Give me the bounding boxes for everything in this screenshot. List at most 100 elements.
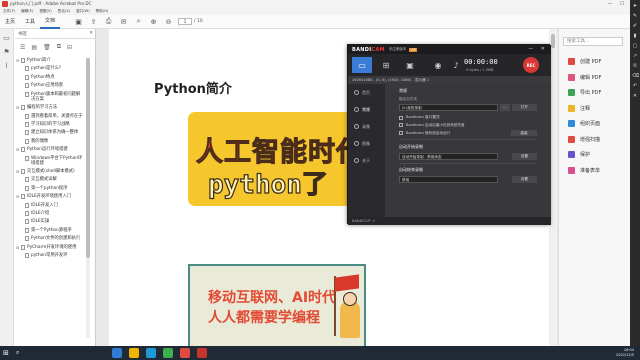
menu-window[interactable]: 窗口(W) [76,9,90,14]
checkbox-box[interactable] [399,115,403,120]
clear-icon[interactable]: ✕ [632,93,638,99]
bookmark-item[interactable]: Python文件的创建和执行 [16,236,84,242]
brush-icon[interactable]: ✐ [632,23,638,29]
tab-home[interactable]: 主页 [0,15,20,29]
bookmark-item[interactable]: ⊟ PyCharm开发环境的使用 [16,244,84,250]
delete-bookmark-icon[interactable]: 🗑 [43,44,51,51]
browse-folder-button[interactable]: ... [500,104,510,111]
tab-tools[interactable]: 工具 [20,15,40,29]
highlighter-icon[interactable]: ▮ [632,33,638,39]
menu-file[interactable]: 文件(F) [3,9,15,14]
bookmark-item[interactable]: Python特点 [16,74,84,80]
webcam-icon[interactable]: ◉ [428,57,448,73]
menu-help[interactable]: 帮助(H) [96,9,109,14]
bookmark-item[interactable]: 学习知识的学习战略 [16,121,84,127]
undo-icon[interactable]: ↶ [632,83,638,89]
bookmark-item[interactable]: ⊟ Python运行环境搭建 [16,147,84,153]
auto-start-settings-button[interactable]: 设置 [511,152,537,160]
arrow-icon[interactable]: ↗ [632,53,638,59]
bookmark-item[interactable]: 遇到看着简单，关键点在于 [16,113,84,119]
bandicam-nav-item[interactable]: 首页 [348,84,385,101]
output-folder-input[interactable]: D:\我的录制 [399,104,499,111]
tool-item[interactable]: 创建 PDF [568,54,601,70]
screen-mode-icon[interactable]: ▭ [352,57,372,73]
page-thumbnails-icon[interactable]: ▭ [3,34,11,42]
bookmarks-scrollbar[interactable] [86,58,90,338]
checkbox-minimize-tray[interactable]: Bandicam 启动后最小化到系统托盘 [399,123,537,128]
bookmark-item[interactable]: IDLE开发入门 [16,202,84,208]
record-button[interactable]: REC [523,57,539,73]
advanced-button[interactable]: 高级 [511,130,537,136]
bookmark-options-icon[interactable]: ☰ [20,44,25,51]
bookmark-item[interactable]: 第一个python程序 [16,185,84,191]
device-mode-icon[interactable]: ▣ [400,57,420,73]
taskbar-search-icon[interactable]: ⌕ [16,349,24,357]
cursor-icon[interactable]: ➤ [632,3,638,9]
email-icon[interactable]: ✉ [119,17,128,26]
start-icon[interactable]: ⊞ [3,349,11,357]
tool-item[interactable]: 注释 [568,101,601,117]
tab-document[interactable]: 文档 [40,15,61,29]
search-icon[interactable]: ⌕ [134,17,143,26]
taskbar-app-icon[interactable] [129,348,139,358]
bookmark-item[interactable]: 我的偶像 [16,138,84,144]
tool-item[interactable]: 准备表单 [568,163,601,179]
shape-icon[interactable]: ▢ [632,43,638,49]
upload-icon[interactable]: ⇪ [89,17,98,26]
menu-edit[interactable]: 编辑(E) [21,9,33,14]
bookmark-item[interactable]: 第一个Python源程序 [16,227,84,233]
game-mode-icon[interactable]: ⊞ [376,57,396,73]
bookmark-item[interactable]: Windows平台下Python环境搭建 [16,155,84,166]
auto-stop-settings-button[interactable]: 设置 [511,176,537,183]
bookmark-item[interactable]: ⊟ IDLE开发环境使用入门 [16,194,84,200]
expand-bookmark-icon[interactable]: ⧉ [57,43,61,51]
checkbox-box[interactable] [399,131,403,135]
tools-search-input[interactable]: 搜索工具... [563,37,623,46]
bookmark-item[interactable]: IDLE实操 [16,219,84,225]
taskbar-app-icon[interactable] [197,348,207,358]
bookmark-item[interactable]: Python应用场景 [16,83,84,89]
next-page-icon[interactable]: ⊖ [164,17,173,26]
tool-item[interactable]: 增强扫描 [568,132,601,148]
minimize-button[interactable]: — [604,0,616,8]
bookmark-item[interactable]: python常用开发环 [16,253,84,258]
tool-item[interactable]: 保护 [568,147,601,163]
maximize-button[interactable]: ☐ [616,0,628,8]
eraser-icon[interactable]: ⌫ [632,73,639,79]
attachment-icon[interactable]: ⌇ [3,62,11,70]
audio-icon[interactable]: ♪ [446,57,466,73]
bookmark-item[interactable]: 交互模式详解 [16,177,84,183]
vip-badge[interactable]: VIP [409,47,417,52]
page-number-input[interactable]: 1 [178,18,193,25]
scroll-thumb[interactable] [86,58,90,258]
bookmark-icon[interactable]: ⚑ [3,48,11,56]
bandicam-nav-item[interactable]: 录像 [348,118,385,135]
document-scroll-thumb[interactable] [551,34,555,48]
menu-sign[interactable]: 签名(S) [58,9,70,14]
bandicam-nav-item[interactable]: 常规 [348,101,385,118]
bookmark-item[interactable]: ⊟ Python简介 [16,58,84,63]
number-icon[interactable]: ① [632,63,638,69]
bookmark-item[interactable]: 建立知识体系为确一整体 [16,130,84,136]
bandicam-nav-item[interactable]: 关于 [348,152,385,169]
bandicut-link[interactable]: BANDICUT ↗ [348,217,551,225]
open-folder-button[interactable]: 打开 [511,104,537,111]
pen-icon[interactable]: ✎ [632,13,638,19]
new-bookmark-icon[interactable]: ▤ [31,44,37,51]
bookmark-item[interactable]: ⊟ 交互模式(shell脚本模式) [16,169,84,175]
close-panel-icon[interactable]: ✕ [89,31,93,36]
checkbox-run-on-startup[interactable]: Bandicam 随系统启动运行 高级 [399,130,537,136]
tool-item[interactable]: 编辑 PDF [568,70,601,86]
bandicam-nav-item[interactable]: 图像 [348,135,385,152]
taskbar-app-icon[interactable] [163,348,173,358]
bookmark-item[interactable]: Python版本和最初问题解决方案 [16,91,84,102]
tool-item[interactable]: 组织页面 [568,116,601,132]
taskbar-app-icon[interactable] [112,348,122,358]
print-icon[interactable]: ⎙ [104,17,113,26]
bookmark-item[interactable]: IDLE介绍 [16,211,84,217]
checkbox-box[interactable] [399,123,403,127]
bandicam-window-controls[interactable]: — ✕ [528,46,548,52]
checkbox-always-on-top[interactable]: Bandicam 窗口置顶 [399,115,537,120]
taskbar-app-icon[interactable] [146,348,156,358]
bookmark-item[interactable]: python是什么? [16,66,84,72]
